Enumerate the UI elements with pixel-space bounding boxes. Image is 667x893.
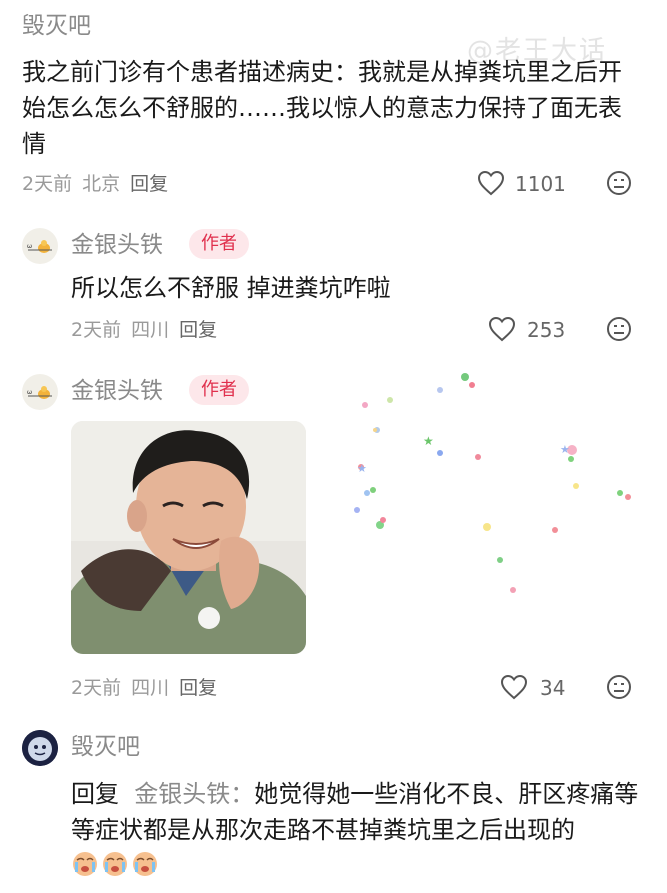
heart-outline-icon[interactable]: [477, 170, 505, 196]
reply-button[interactable]: 回复: [179, 677, 217, 699]
reply-target-user[interactable]: 金银头铁：: [134, 780, 254, 808]
emoji-face-icon[interactable]: [606, 674, 632, 700]
comment-text: 我之前门诊有个患者描述病史：我就是从掉粪坑里之后开始怎么怎么不舒服的……我以惊人…: [22, 58, 622, 158]
comment-time: 2天前: [22, 173, 73, 195]
svg-text:★: ★: [357, 462, 367, 475]
reply-username[interactable]: 金银头铁: [71, 377, 163, 405]
svg-text:★: ★: [423, 434, 434, 448]
svg-text:★: ★: [560, 443, 570, 456]
svg-text:ω: ω: [27, 389, 32, 396]
reply-username[interactable]: 金银头铁: [71, 231, 163, 259]
crying-face-emoji: [71, 848, 161, 888]
comment-username[interactable]: 毁灭吧: [22, 12, 91, 40]
avatar[interactable]: ω: [22, 374, 58, 410]
reply-prefix: 回复: [71, 780, 119, 808]
author-badge: 作者: [189, 375, 249, 405]
emoji-face-icon[interactable]: [606, 170, 632, 196]
reply-text: 所以怎么不舒服 掉进粪坑咋啦: [71, 274, 391, 302]
like-count: 34: [540, 676, 566, 700]
heart-outline-icon[interactable]: [488, 316, 516, 342]
heart-outline-icon[interactable]: [500, 674, 528, 700]
reply-time: 2天前: [71, 677, 122, 699]
comment-location: 北京: [82, 173, 121, 195]
reply-text: 回复 金银头铁：她觉得她一些消化不良、肝区疼痛等等症状都是从那次走路不甚掉粪坑里…: [71, 776, 641, 888]
reply-button[interactable]: 回复: [179, 319, 217, 341]
svg-text:ω: ω: [27, 243, 32, 250]
reply-time: 2天前: [71, 319, 122, 341]
reply-meta: 2天前 四川 回复: [71, 318, 227, 342]
reply-location: 四川: [131, 319, 170, 341]
reply-location: 四川: [131, 677, 170, 699]
avatar[interactable]: [22, 730, 58, 766]
reply-button[interactable]: 回复: [130, 173, 168, 195]
reply-username[interactable]: 毁灭吧: [71, 733, 140, 761]
author-badge: 作者: [189, 229, 249, 259]
confetti-sticker: ★ ★ ★: [335, 365, 635, 609]
like-count: 253: [527, 318, 566, 342]
avatar[interactable]: ω: [22, 228, 58, 264]
reply-meta: 2天前 四川 回复: [71, 676, 227, 700]
reply-image[interactable]: [71, 421, 306, 654]
comment-meta: 2天前 北京 回复: [22, 172, 178, 196]
emoji-face-icon[interactable]: [606, 316, 632, 342]
like-count: 1101: [515, 172, 566, 196]
